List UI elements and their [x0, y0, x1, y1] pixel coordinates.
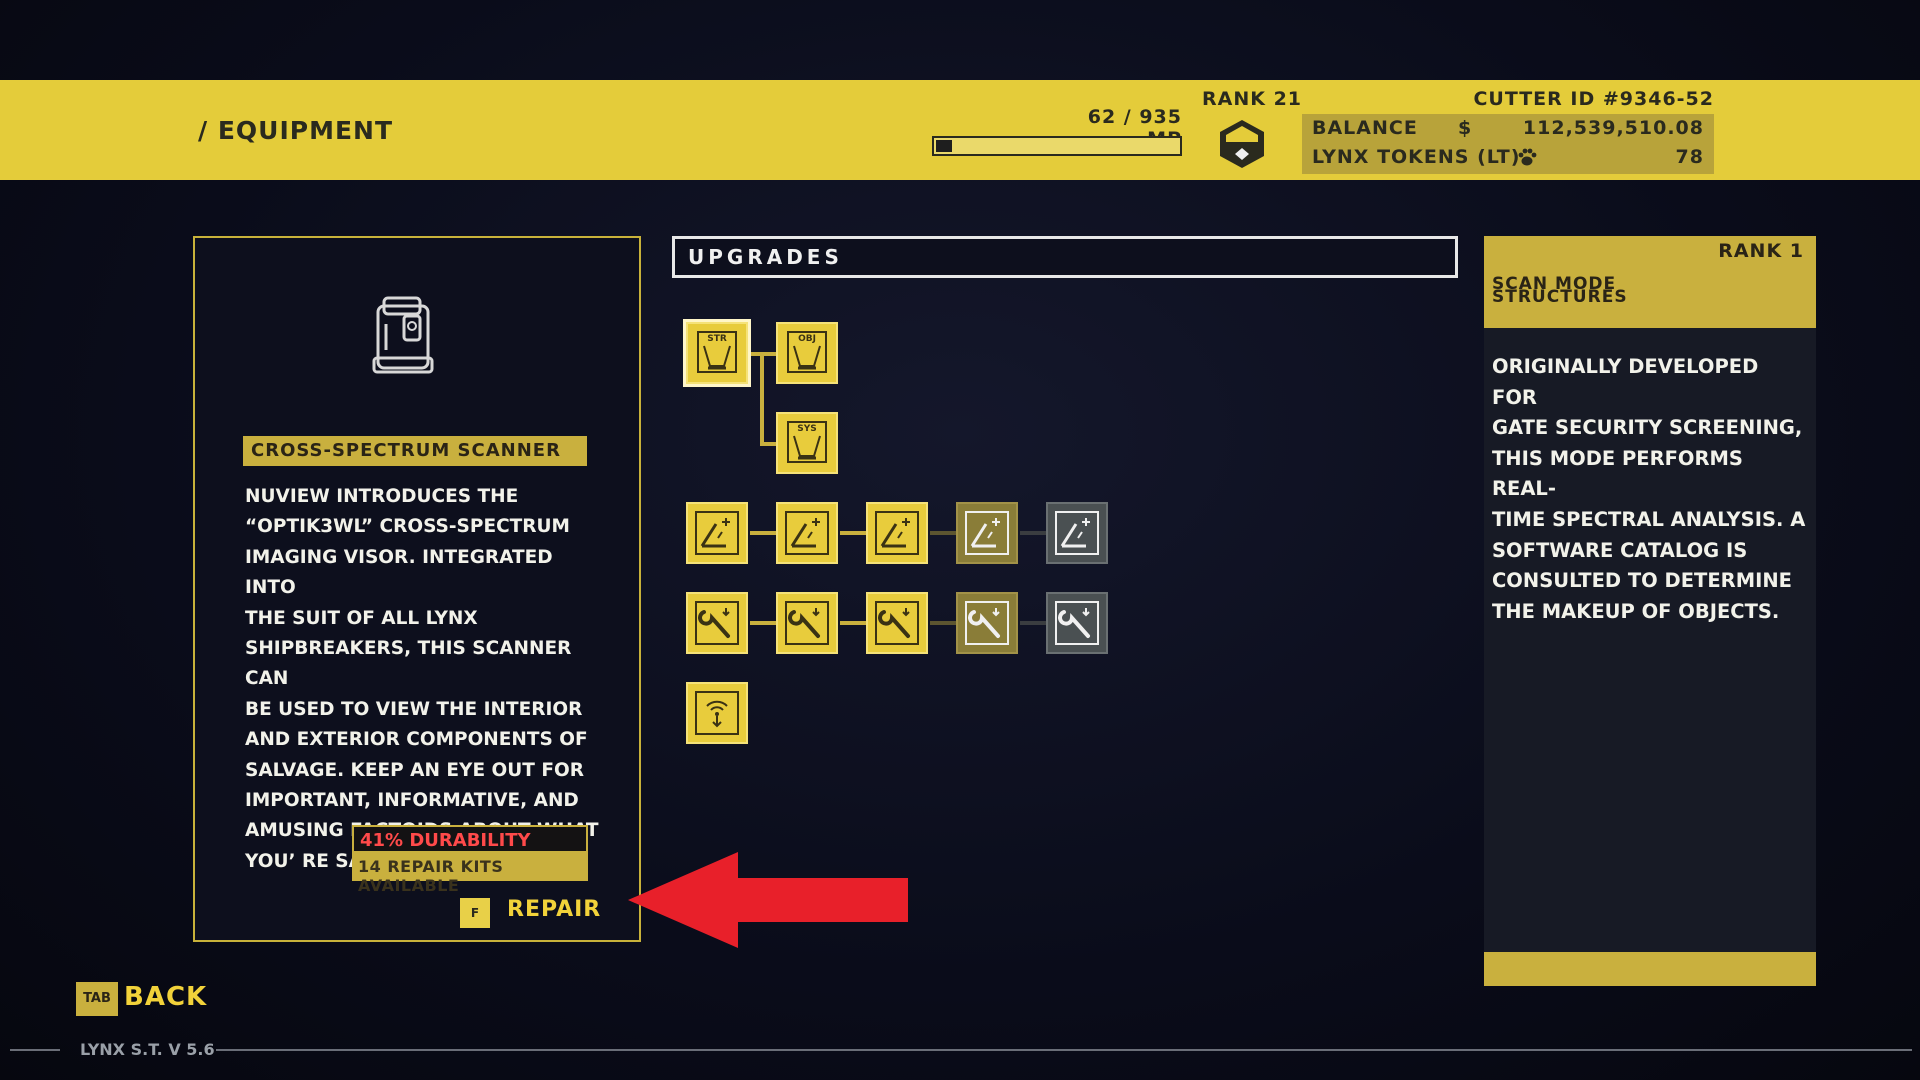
scan-mode-icon — [787, 331, 827, 373]
range-upgrade-icon — [965, 511, 1009, 555]
item-panel: CROSS-SPECTRUM SCANNER NUVIEW INTRODUCES… — [193, 236, 641, 942]
durability-status: 41% DURABILITY — [352, 825, 588, 853]
upgrade-node-range-2[interactable] — [776, 502, 838, 564]
footer-divider — [216, 1049, 1912, 1051]
upgrade-node-repair-4[interactable] — [956, 592, 1018, 654]
upgrade-node-scan-systems[interactable]: SYS — [776, 412, 838, 474]
upgrade-rank: RANK 1 — [1718, 240, 1804, 262]
range-upgrade-icon — [785, 511, 829, 555]
balance-row: BALANCE $ 112,539,510.08 — [1312, 117, 1704, 143]
item-description: NUVIEW INTRODUCES THE “OPTIK3WL” CROSS-S… — [245, 486, 598, 872]
tree-connector — [760, 442, 776, 446]
wrench-icon — [875, 601, 919, 645]
wrench-icon — [1055, 601, 1099, 645]
repair-kits-count: 14 REPAIR KITS AVAILABLE — [352, 853, 588, 895]
paw-icon — [1518, 148, 1537, 166]
upgrade-description: ORIGINALLY DEVELOPED FOR GATE SECURITY S… — [1492, 355, 1806, 623]
repair-key-hint[interactable]: F — [460, 898, 490, 928]
tokens-label: LYNX TOKENS (LT) — [1312, 146, 1521, 168]
scanner-icon — [372, 296, 434, 374]
scan-mode-icon — [787, 421, 827, 463]
upgrade-node-range-4[interactable] — [956, 502, 1018, 564]
tree-connector — [750, 621, 776, 625]
tree-connector — [1020, 621, 1046, 625]
tree-connector — [930, 621, 956, 625]
item-name: CROSS-SPECTRUM SCANNER — [243, 436, 587, 466]
upgrade-node-repair-1[interactable] — [686, 592, 748, 654]
wrench-icon — [785, 601, 829, 645]
range-upgrade-icon — [695, 511, 739, 555]
tree-connector — [840, 621, 866, 625]
tree-connector — [1020, 531, 1046, 535]
upgrade-node-signal[interactable] — [686, 682, 748, 744]
cutter-id: CUTTER ID #9346-52 — [1473, 88, 1714, 110]
detail-header: RANK 1 SCAN MODE STRUCTURES — [1484, 236, 1816, 328]
annotation-arrow-icon — [628, 852, 908, 948]
upgrade-node-scan-objects[interactable]: OBJ — [776, 322, 838, 384]
tokens-value: 78 — [1675, 146, 1704, 168]
range-upgrade-icon — [1055, 511, 1099, 555]
repair-button[interactable]: REPAIR — [507, 897, 601, 922]
back-key-hint[interactable]: TAB — [76, 982, 118, 1016]
detail-footer-bar — [1484, 952, 1816, 986]
upgrade-node-scan-structures[interactable]: STR — [686, 322, 748, 384]
range-upgrade-icon — [875, 511, 919, 555]
footer-divider — [10, 1049, 60, 1051]
upgrade-node-range-3[interactable] — [866, 502, 928, 564]
back-button[interactable]: BACK — [124, 982, 207, 1012]
tree-connector — [840, 531, 866, 535]
upgrade-node-repair-3[interactable] — [866, 592, 928, 654]
tree-connector — [760, 354, 764, 444]
balance-label: BALANCE — [1312, 117, 1418, 139]
tree-connector — [750, 531, 776, 535]
mp-progress-fill — [936, 140, 952, 152]
tokens-row: LYNX TOKENS (LT) 78 — [1312, 146, 1704, 172]
upgrade-node-repair-5[interactable] — [1046, 592, 1108, 654]
upgrade-detail-panel: RANK 1 SCAN MODE STRUCTURES ORIGINALLY D… — [1484, 236, 1816, 986]
currency-symbol: $ — [1458, 117, 1473, 139]
upgrade-node-repair-2[interactable] — [776, 592, 838, 654]
scan-mode-icon — [697, 331, 737, 373]
wrench-icon — [695, 601, 739, 645]
upgrade-node-range-1[interactable] — [686, 502, 748, 564]
upgrade-title: SCAN MODE STRUCTURES — [1492, 276, 1792, 307]
version-label: LYNX S.T. V 5.6 — [80, 1040, 215, 1059]
upgrades-header: UPGRADES — [672, 236, 1458, 278]
mp-progress-bar — [932, 136, 1182, 156]
signal-icon — [695, 691, 739, 735]
upgrade-title-line: STRUCTURES — [1492, 287, 1628, 307]
rank-emblem-icon — [1220, 120, 1264, 168]
page-title: / EQUIPMENT — [198, 116, 394, 145]
tree-connector — [930, 531, 956, 535]
wrench-icon — [965, 601, 1009, 645]
balance-panel: BALANCE $ 112,539,510.08 LYNX TOKENS (LT… — [1302, 114, 1714, 174]
balance-value: 112,539,510.08 — [1522, 117, 1704, 139]
upgrade-node-range-5[interactable] — [1046, 502, 1108, 564]
player-rank: RANK 21 — [1202, 88, 1303, 110]
